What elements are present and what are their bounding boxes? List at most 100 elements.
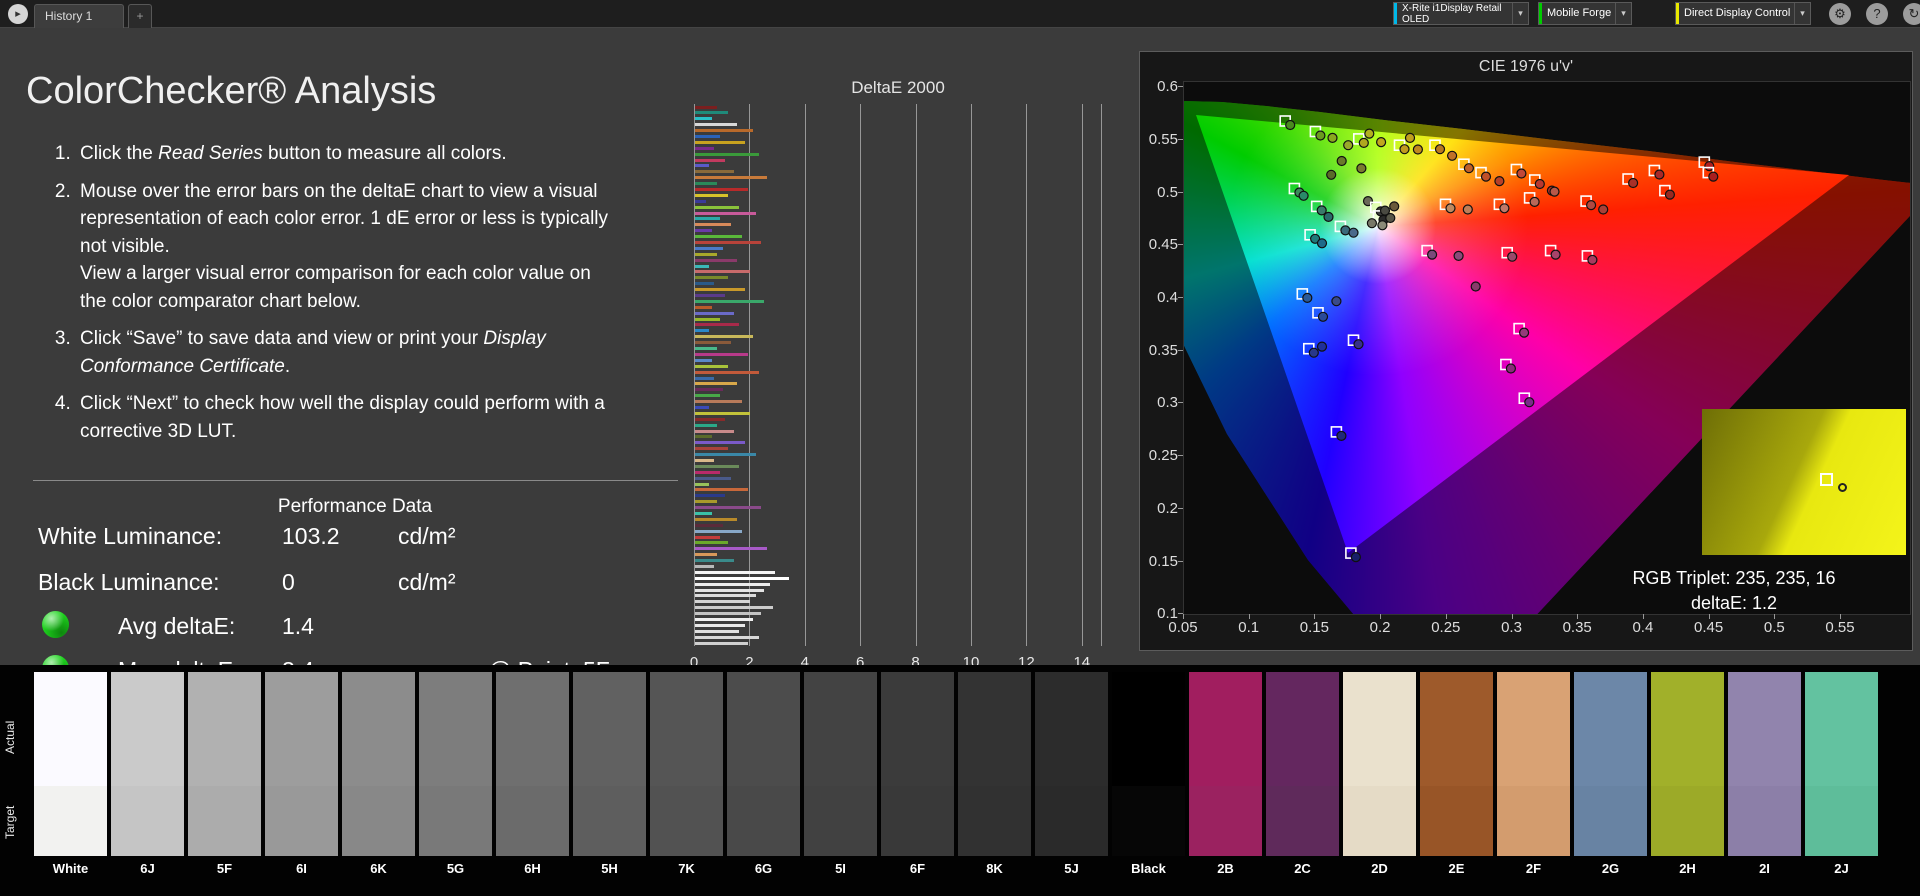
color-patch[interactable] [1266,672,1339,856]
tab-history[interactable]: History 1 [34,4,124,28]
color-patch[interactable] [1343,672,1416,856]
deltae-bar[interactable] [695,541,728,544]
deltae-bar[interactable] [695,600,750,603]
deltae-bar[interactable] [695,594,756,597]
deltae-bar[interactable] [695,471,720,474]
deltae-bar[interactable] [695,547,767,550]
meter-selector-dropdown[interactable]: X-Rite i1Display Retail OLED ▾ [1393,2,1529,25]
color-patch[interactable] [881,672,954,856]
deltae-bar[interactable] [695,312,734,315]
deltae-bar[interactable] [695,147,714,150]
deltae-bar[interactable] [695,341,731,344]
chevron-down-icon[interactable]: ▾ [1615,3,1631,24]
deltae-bar[interactable] [695,524,723,527]
deltae-bar[interactable] [695,182,717,185]
display-control-dropdown[interactable]: Direct Display Control ▾ [1675,2,1811,25]
deltae-bar[interactable] [695,388,723,391]
deltae-bar[interactable] [695,530,742,533]
deltae-bar[interactable] [695,188,748,191]
deltae-bar[interactable] [695,642,748,645]
deltae-bar[interactable] [695,636,759,639]
deltae-bar[interactable] [695,612,761,615]
gear-icon[interactable]: ⚙ [1829,3,1851,25]
color-patch[interactable] [419,672,492,856]
deltae-bar[interactable] [695,347,717,350]
source-selector-dropdown[interactable]: Mobile Forge ▾ [1538,2,1632,25]
deltae-bar[interactable] [695,571,775,574]
deltae-bar[interactable] [695,506,761,509]
deltae-bar[interactable] [695,282,714,285]
deltae-bar[interactable] [695,335,753,338]
color-patch[interactable] [342,672,415,856]
deltae-bar[interactable] [695,323,739,326]
deltae-bar[interactable] [695,488,748,491]
deltae-bar[interactable] [695,106,717,109]
deltae-bar[interactable] [695,565,714,568]
deltae-bar[interactable] [695,111,728,114]
deltae-bar[interactable] [695,447,728,450]
color-patch[interactable] [1574,672,1647,856]
deltae-bar[interactable] [695,259,737,262]
deltae-bar[interactable] [695,500,717,503]
color-patch[interactable] [1728,672,1801,856]
deltae-bar[interactable] [695,583,770,586]
deltae-bar[interactable] [695,200,706,203]
color-patch[interactable] [1497,672,1570,856]
color-patch[interactable] [111,672,184,856]
power-icon[interactable]: ↻ [1903,3,1920,25]
chevron-down-icon[interactable]: ▾ [1794,3,1810,24]
deltae-bar[interactable] [695,559,734,562]
deltae-bar[interactable] [695,153,759,156]
deltae-bar[interactable] [695,371,759,374]
deltae-bar[interactable] [695,483,709,486]
deltae-bar[interactable] [695,400,742,403]
deltae-bar[interactable] [695,235,742,238]
color-patch[interactable] [1035,672,1108,856]
color-patch[interactable] [958,672,1031,856]
deltae-bar[interactable] [695,194,728,197]
color-patch[interactable] [188,672,261,856]
deltae-bar[interactable] [695,247,723,250]
app-icon[interactable]: ▸ [8,4,28,24]
deltae-bar[interactable] [695,630,739,633]
deltae-bar[interactable] [695,170,734,173]
color-patch[interactable] [34,672,107,856]
deltae-bar[interactable] [695,430,734,433]
color-patch[interactable] [573,672,646,856]
deltae-bar[interactable] [695,117,712,120]
deltae-bar[interactable] [695,141,745,144]
deltae-bar[interactable] [695,536,720,539]
deltae-bar[interactable] [695,294,725,297]
deltae-bar[interactable] [695,394,720,397]
deltae-bar[interactable] [695,377,714,380]
deltae-bar[interactable] [695,477,731,480]
deltae-bar[interactable] [695,176,767,179]
deltae-bar[interactable] [695,365,728,368]
deltae-bar[interactable] [695,453,756,456]
deltae-bar[interactable] [695,512,712,515]
deltae-bar[interactable] [695,459,714,462]
deltae-bar[interactable] [695,424,717,427]
deltae-bar[interactable] [695,624,745,627]
deltae-bar[interactable] [695,270,750,273]
deltae-bar[interactable] [695,276,728,279]
color-patch[interactable] [804,672,877,856]
deltae-bar[interactable] [695,241,761,244]
color-patch[interactable] [1651,672,1724,856]
deltae-bar[interactable] [695,306,712,309]
color-patch[interactable] [727,672,800,856]
deltae-bar[interactable] [695,129,753,132]
chevron-down-icon[interactable]: ▾ [1512,3,1528,24]
deltae-bar[interactable] [695,212,756,215]
deltae-bar[interactable] [695,159,725,162]
deltae-bar[interactable] [695,229,712,232]
color-patch[interactable] [265,672,338,856]
deltae-bar[interactable] [695,135,720,138]
deltae-bar[interactable] [695,589,764,592]
deltae-bar[interactable] [695,618,753,621]
color-patch[interactable] [1112,672,1185,856]
deltae-bar[interactable] [695,606,773,609]
deltae-bar[interactable] [695,553,717,556]
deltae-bar[interactable] [695,223,731,226]
color-patch[interactable] [650,672,723,856]
